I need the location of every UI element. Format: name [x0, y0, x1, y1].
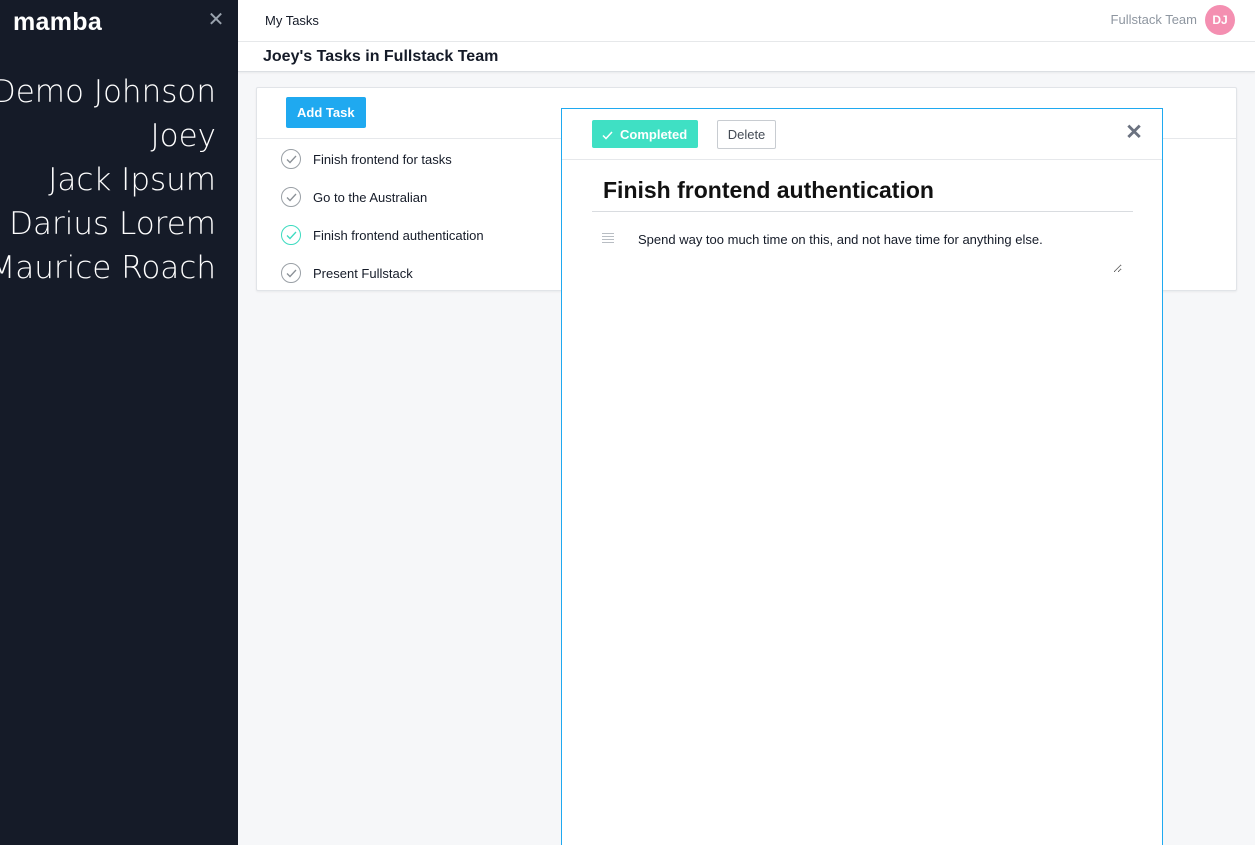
- add-task-button[interactable]: Add Task: [286, 97, 366, 128]
- task-label: Finish frontend authentication: [313, 228, 484, 243]
- description-icon: [602, 233, 614, 243]
- check-circle-icon[interactable]: [281, 187, 301, 207]
- sidebar: mamba ✕ Demo Johnson Joey Jack Ipsum Dar…: [0, 0, 238, 845]
- page-header: Joey's Tasks in Fullstack Team: [238, 42, 1255, 72]
- member-item[interactable]: Jack Ipsum: [0, 158, 216, 202]
- task-detail-pane: Completed Delete ✕ Finish frontend authe…: [561, 108, 1163, 845]
- delete-button[interactable]: Delete: [717, 120, 776, 149]
- check-circle-icon[interactable]: [281, 263, 301, 283]
- page-title: Joey's Tasks in Fullstack Team: [263, 48, 499, 65]
- divider: [592, 211, 1133, 212]
- checkmark-icon: [602, 130, 613, 140]
- header-title: My Tasks: [265, 13, 319, 28]
- member-list: Demo Johnson Joey Jack Ipsum Darius Lore…: [0, 70, 216, 290]
- task-label: Finish frontend for tasks: [313, 152, 452, 167]
- brand-logo: mamba: [13, 8, 103, 36]
- top-header: My Tasks Fullstack Team DJ: [238, 0, 1255, 42]
- task-row[interactable]: Go to the Australian: [281, 181, 571, 211]
- member-item[interactable]: Maurice Roach: [0, 246, 216, 290]
- completed-button[interactable]: Completed: [592, 120, 698, 148]
- task-title[interactable]: Finish frontend authentication: [603, 177, 934, 204]
- member-item[interactable]: Demo Johnson: [0, 70, 216, 114]
- task-label: Present Fullstack: [313, 266, 413, 281]
- task-row[interactable]: Finish frontend for tasks: [281, 143, 571, 173]
- check-circle-icon[interactable]: [281, 225, 301, 245]
- member-item[interactable]: Darius Lorem: [0, 202, 216, 246]
- task-row-selected[interactable]: Finish frontend authentication: [281, 219, 571, 249]
- completed-label: Completed: [620, 126, 688, 142]
- team-name[interactable]: Fullstack Team: [1111, 12, 1197, 27]
- check-circle-icon[interactable]: [281, 149, 301, 169]
- member-item[interactable]: Joey: [0, 114, 216, 158]
- task-label: Go to the Australian: [313, 190, 428, 205]
- close-icon[interactable]: ✕: [207, 10, 225, 30]
- avatar[interactable]: DJ: [1205, 5, 1235, 35]
- task-row[interactable]: Present Fullstack: [281, 257, 571, 287]
- close-icon[interactable]: ✕: [1125, 122, 1143, 143]
- detail-toolbar: Completed Delete ✕: [562, 109, 1162, 160]
- description-field[interactable]: Spend way too much time on this, and not…: [628, 225, 1122, 273]
